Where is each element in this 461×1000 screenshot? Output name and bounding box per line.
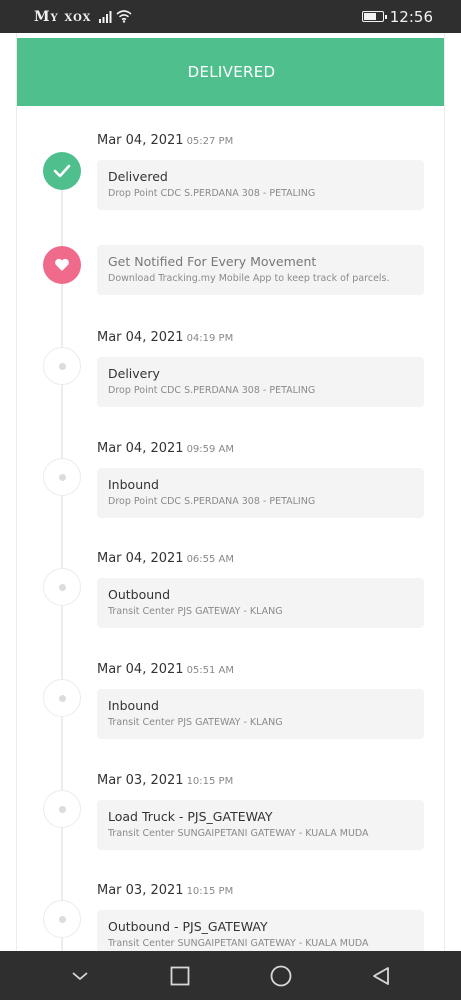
event-location: Transit Center SUNGAIPETANI GATEWAY - KU… [108, 938, 369, 949]
event-status: Inbound [108, 698, 159, 713]
event-details: Outbound - PJS_GATEWAY Transit Center SU… [97, 910, 424, 953]
event-time: 04:19 PM [186, 333, 234, 344]
event-datetime: Mar 04, 2021 06:55 AM [97, 551, 234, 566]
status-bar: My xox 12:56 [0, 0, 461, 33]
event-status: Delivered [108, 169, 168, 184]
status-header: DELIVERED [17, 38, 444, 106]
back-triangle-icon[interactable] [361, 956, 401, 996]
promo-title: Get Notified For Every Movement [108, 254, 317, 269]
recents-square-icon[interactable] [160, 956, 200, 996]
home-circle-icon[interactable] [261, 956, 301, 996]
chevron-down-icon[interactable] [60, 956, 100, 996]
carrier-group: My xox [34, 9, 132, 25]
tracking-card: DELIVERED Mar 04, 2021 05:27 PM Delivered… [16, 33, 445, 953]
heart-icon [43, 246, 81, 284]
event-time: 10:15 PM [186, 886, 234, 897]
signal-icon [99, 10, 112, 23]
event-datetime: Mar 04, 2021 04:19 PM [97, 330, 233, 345]
event-details: Load Truck - PJS_GATEWAY Transit Center … [97, 800, 424, 850]
event-status: Outbound [108, 587, 171, 602]
event-status: Delivery [108, 366, 160, 381]
event-time: 05:51 AM [186, 665, 235, 676]
event-status: Load Truck - PJS_GATEWAY [108, 809, 273, 824]
battery-icon [361, 11, 387, 22]
dot-icon [43, 458, 81, 496]
dot-icon [43, 679, 81, 717]
event-date: Mar 04, 2021 [97, 441, 184, 456]
event-date: Mar 04, 2021 [97, 551, 184, 566]
event-location: Transit Center PJS GATEWAY - KLANG [108, 606, 283, 617]
status-right: 12:56 [361, 7, 433, 26]
event-location: Drop Point CDC S.PERDANA 308 - PETALING [108, 385, 316, 396]
event-details: Inbound Transit Center PJS GATEWAY - KLA… [97, 689, 424, 739]
event-status: Inbound [108, 477, 159, 492]
connectivity-icons [99, 10, 132, 23]
event-date: Mar 03, 2021 [97, 773, 184, 788]
event-location: Transit Center SUNGAIPETANI GATEWAY - KU… [108, 828, 369, 839]
event-time: 10:15 PM [186, 776, 234, 787]
event-time: 05:27 PM [186, 136, 234, 147]
promo-details[interactable]: Get Notified For Every Movement Download… [97, 245, 424, 295]
event-details: Delivery Drop Point CDC S.PERDANA 308 - … [97, 357, 424, 407]
clock: 12:56 [389, 7, 433, 26]
carrier-name: My xox [34, 8, 92, 25]
event-date: Mar 04, 2021 [97, 133, 184, 148]
event-location: Drop Point CDC S.PERDANA 308 - PETALING [108, 496, 316, 507]
event-date: Mar 03, 2021 [97, 883, 184, 898]
event-time: 09:59 AM [186, 444, 235, 455]
wifi-icon [116, 10, 132, 23]
event-status: Outbound - PJS_GATEWAY [108, 919, 268, 934]
event-datetime: Mar 04, 2021 05:27 PM [97, 133, 233, 148]
event-date: Mar 04, 2021 [97, 330, 184, 345]
dot-icon [43, 900, 81, 938]
system-nav-bar [0, 951, 461, 1000]
event-date: Mar 04, 2021 [97, 662, 184, 677]
event-details: Outbound Transit Center PJS GATEWAY - KL… [97, 578, 424, 628]
event-datetime: Mar 04, 2021 05:51 AM [97, 662, 234, 677]
event-datetime: Mar 03, 2021 10:15 PM [97, 773, 233, 788]
event-time: 06:55 AM [186, 554, 235, 565]
event-details: Inbound Drop Point CDC S.PERDANA 308 - P… [97, 468, 424, 518]
event-datetime: Mar 04, 2021 09:59 AM [97, 441, 234, 456]
status-header-title: DELIVERED [187, 63, 276, 81]
event-location: Drop Point CDC S.PERDANA 308 - PETALING [108, 188, 316, 199]
promo-text: Download Tracking.my Mobile App to keep … [108, 273, 390, 284]
dot-icon [43, 790, 81, 828]
dot-icon [43, 568, 81, 606]
check-icon [43, 152, 81, 190]
event-details: Delivered Drop Point CDC S.PERDANA 308 -… [97, 160, 424, 210]
event-datetime: Mar 03, 2021 10:15 PM [97, 883, 233, 898]
event-location: Transit Center PJS GATEWAY - KLANG [108, 717, 283, 728]
dot-icon [43, 347, 81, 385]
